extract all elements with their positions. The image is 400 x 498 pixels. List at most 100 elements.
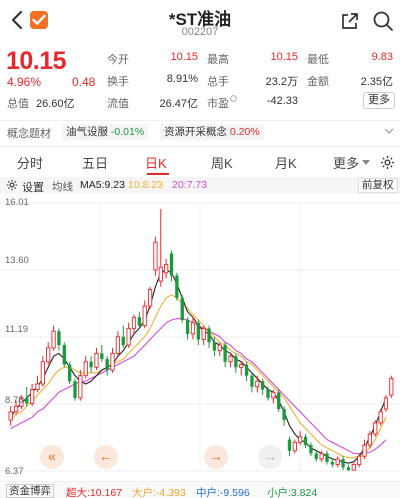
divider [0, 146, 400, 147]
candle [30, 383, 35, 407]
candle [180, 295, 184, 323]
candle [73, 378, 77, 401]
high-label: 最高 [207, 54, 229, 66]
ma10-value: 10:8.23 [128, 179, 164, 191]
candle [105, 356, 109, 376]
candle [223, 342, 227, 368]
candle [373, 420, 378, 437]
pan-left-button[interactable]: ← [94, 445, 118, 469]
candle [40, 356, 45, 387]
pan-end-button[interactable]: → [258, 445, 282, 469]
candle [62, 342, 66, 368]
concept-bar: 概念题材 油气设服 -0.01% 资源开采概念 0.20% [0, 120, 400, 142]
candle [244, 361, 249, 382]
low-value: 9.83 [371, 51, 393, 63]
chevron-down-icon[interactable] [384, 126, 394, 136]
pan-right-button[interactable]: → [204, 445, 228, 469]
kline-svg [0, 202, 400, 472]
candle [83, 356, 88, 379]
concept-chip-oil-service[interactable]: 油气设服 -0.01% [62, 124, 149, 140]
concept-label: 概念题材 [7, 128, 51, 140]
fund-super-large: 超大:10.167 [66, 487, 123, 498]
amount-label: 金额 [307, 76, 329, 88]
candle [67, 361, 72, 384]
fund-medium: 中户:-9.596 [196, 487, 250, 498]
ma5-value: MA5:9.23 [80, 179, 125, 191]
amount-value: 2.35亿 [360, 76, 393, 88]
candle [147, 286, 153, 309]
candle [175, 272, 179, 301]
float-cap-label: 流值 [107, 98, 129, 110]
active-tab-indicator [147, 173, 169, 175]
tab-monthly-k[interactable]: 月K [275, 153, 297, 172]
pe-label: 市盈 [207, 95, 237, 111]
gear-icon[interactable] [6, 179, 18, 191]
candle [110, 347, 115, 373]
candle [228, 353, 233, 368]
candle [8, 406, 13, 426]
tab-daily-k[interactable]: 日K [145, 153, 167, 172]
turnover-label: 换手 [107, 76, 129, 88]
ma-settings-button[interactable]: 设置 [22, 179, 44, 195]
candle [153, 236, 158, 276]
fund-large: 大户:-4.393 [132, 487, 186, 498]
candle [389, 375, 394, 398]
market-cap-label: 总值 [7, 98, 29, 110]
tab-intraday[interactable]: 分时 [17, 153, 43, 172]
concept-chip-resource-mining[interactable]: 资源开采概念 0.20% [160, 124, 264, 140]
candle [51, 325, 56, 351]
candle [207, 325, 211, 348]
candle [126, 322, 131, 348]
y-axis-label: 13.60 [5, 255, 29, 266]
chart-controls: « ← → → [0, 445, 400, 469]
low-label: 最低 [307, 54, 329, 66]
adjust-mode-button[interactable]: 前复权 [358, 178, 398, 193]
candle [298, 431, 303, 446]
candle [46, 342, 51, 365]
candle [121, 325, 125, 348]
y-axis-label: 11.19 [5, 324, 29, 335]
period-tabs: 分时 五日 日K 周K 月K 更多 [0, 148, 400, 176]
change-amount: 0.48 [72, 75, 96, 89]
market-cap-value: 26.60亿 [36, 98, 75, 110]
candle [78, 370, 83, 401]
volume-value: 23.2万 [265, 76, 298, 88]
share-icon[interactable] [340, 11, 360, 31]
kline-chart[interactable]: 16.01 13.60 11.19 8.78 6.37 [0, 195, 400, 479]
candle [383, 395, 389, 412]
candle [282, 406, 286, 426]
search-icon[interactable] [372, 10, 394, 32]
candle [142, 300, 147, 329]
candle [190, 317, 196, 340]
candle [277, 389, 281, 412]
gear-icon[interactable] [380, 155, 395, 170]
caret-down-icon [362, 160, 370, 165]
y-axis-label: 16.01 [5, 197, 29, 208]
candle [239, 361, 244, 376]
candle [158, 208, 163, 287]
y-axis-label: 8.78 [5, 395, 24, 406]
ma-label: 均线 [52, 181, 73, 193]
candle [57, 328, 61, 351]
candle [260, 378, 265, 396]
last-price: 10.15 [6, 47, 67, 75]
ma5-line [10, 269, 387, 464]
header: *ST准油 002207 [0, 0, 400, 44]
quote-panel: 10.15 4.96% 0.48 总值 26.60亿 今开 10.15 最高 1… [0, 44, 400, 116]
turnover-value: 8.91% [166, 73, 198, 85]
tab-weekly-k[interactable]: 周K [211, 153, 233, 172]
tab-five-day[interactable]: 五日 [82, 153, 108, 172]
high-value: 10.15 [270, 51, 298, 63]
fund-flow-tag[interactable]: 资金博弈 [6, 484, 54, 498]
more-quote-button[interactable]: 更多 [363, 92, 395, 109]
fund-flow-bar: 资金博弈 超大:10.167 大户:-4.393 中户:-9.596 小户:3.… [0, 481, 400, 498]
ma20-value: 20:7.73 [172, 179, 208, 191]
candle [185, 317, 190, 340]
zoom-out-button[interactable]: « [40, 445, 64, 469]
candle [250, 372, 254, 393]
ma-legend: 设置 均线 MA5:9.23 10:8.23 20:7.73 前复权 [0, 177, 400, 194]
candle [100, 345, 104, 362]
open-value: 10.15 [170, 51, 198, 63]
volume-label: 总手 [207, 76, 229, 88]
tab-more[interactable]: 更多 [333, 153, 359, 172]
